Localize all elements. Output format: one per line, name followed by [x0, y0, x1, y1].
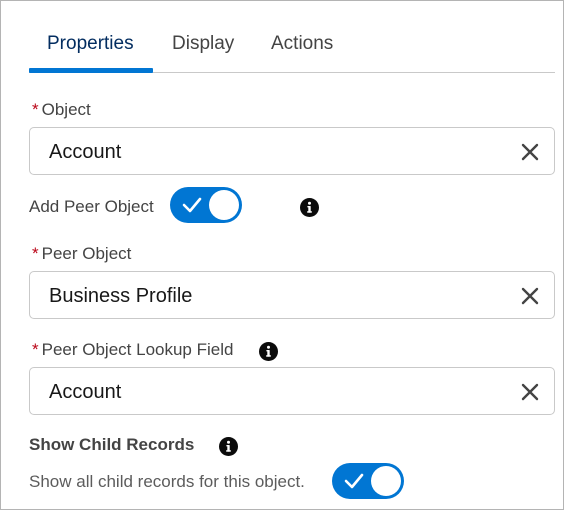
peer-object-input-value: Business Profile [49, 285, 193, 307]
toggle-knob [209, 190, 239, 220]
object-input[interactable]: Account [29, 127, 555, 175]
peer-lookup-field-input[interactable]: Account [29, 367, 555, 415]
required-mark: * [32, 100, 39, 119]
properties-panel: Properties Display Actions * Object Accou… [0, 0, 564, 510]
peer-lookup-field-value: Account [49, 381, 122, 403]
info-icon[interactable] [300, 198, 319, 217]
info-icon[interactable] [219, 437, 238, 456]
object-input-value: Account [49, 141, 122, 163]
peer-object-input[interactable]: Business Profile [29, 271, 555, 319]
required-mark: * [32, 244, 39, 263]
tab-display[interactable]: Display [172, 32, 234, 56]
add-peer-object-toggle[interactable] [170, 187, 242, 223]
show-child-records-title: Show Child Records [29, 435, 195, 454]
check-icon [344, 473, 364, 489]
add-peer-object-label: Add Peer Object [29, 197, 154, 216]
tab-properties[interactable]: Properties [47, 32, 134, 56]
tab-bar: Properties Display Actions [29, 1, 555, 73]
peer-object-label: * Peer Object [32, 244, 132, 263]
toggle-knob [371, 466, 401, 496]
show-child-records-help: Show all child records for this object. [29, 472, 305, 491]
peer-lookup-field-label: * Peer Object Lookup Field [32, 340, 234, 359]
active-tab-indicator [29, 68, 153, 73]
close-icon[interactable] [518, 380, 542, 404]
close-icon[interactable] [518, 284, 542, 308]
close-icon[interactable] [518, 140, 542, 164]
check-icon [182, 197, 202, 213]
show-child-records-toggle[interactable] [332, 463, 404, 499]
info-icon[interactable] [259, 342, 278, 361]
object-label: * Object [32, 100, 91, 119]
required-mark: * [32, 340, 39, 359]
tab-actions[interactable]: Actions [271, 32, 333, 56]
